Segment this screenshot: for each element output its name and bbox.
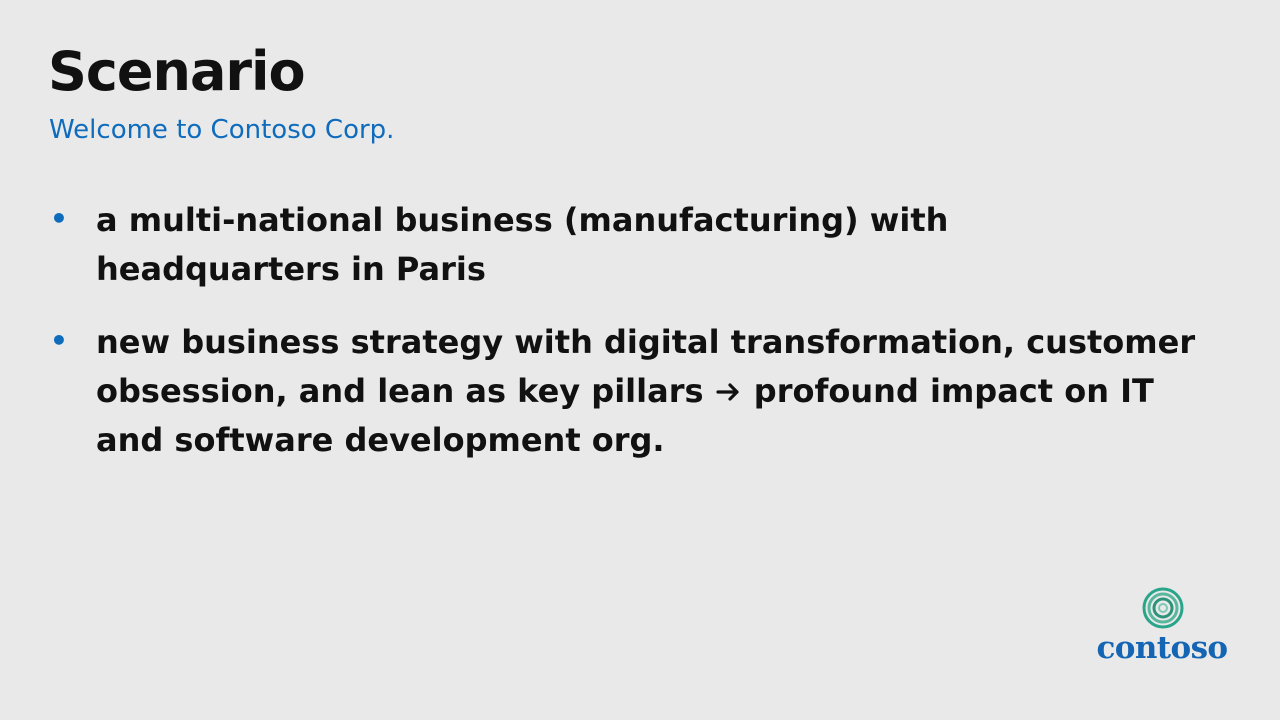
contoso-logo: contoso xyxy=(1085,586,1237,668)
bullet-text: a multi-national business (manufacturing… xyxy=(96,201,949,288)
bullet-item-headquarters: • a multi-national business (manufacturi… xyxy=(48,196,1198,294)
bullet-text-strategy: new business strategy with digital trans… xyxy=(96,318,1198,465)
slide-subtitle: Welcome to Contoso Corp. xyxy=(49,115,395,145)
presentation-slide: Scenario Welcome to Contoso Corp. • a mu… xyxy=(0,0,1280,720)
bullet-dot-icon: • xyxy=(50,324,68,357)
bullet-dot-icon: • xyxy=(50,202,68,235)
bullet-item-strategy: • new business strategy with digital tra… xyxy=(48,318,1198,465)
contoso-rings-icon xyxy=(1142,587,1184,629)
contoso-logo-text: contoso xyxy=(1096,630,1228,666)
right-arrow-icon xyxy=(716,383,739,401)
bullet-list: • a multi-national business (manufacturi… xyxy=(48,196,1198,489)
slide-title: Scenario xyxy=(48,40,306,103)
